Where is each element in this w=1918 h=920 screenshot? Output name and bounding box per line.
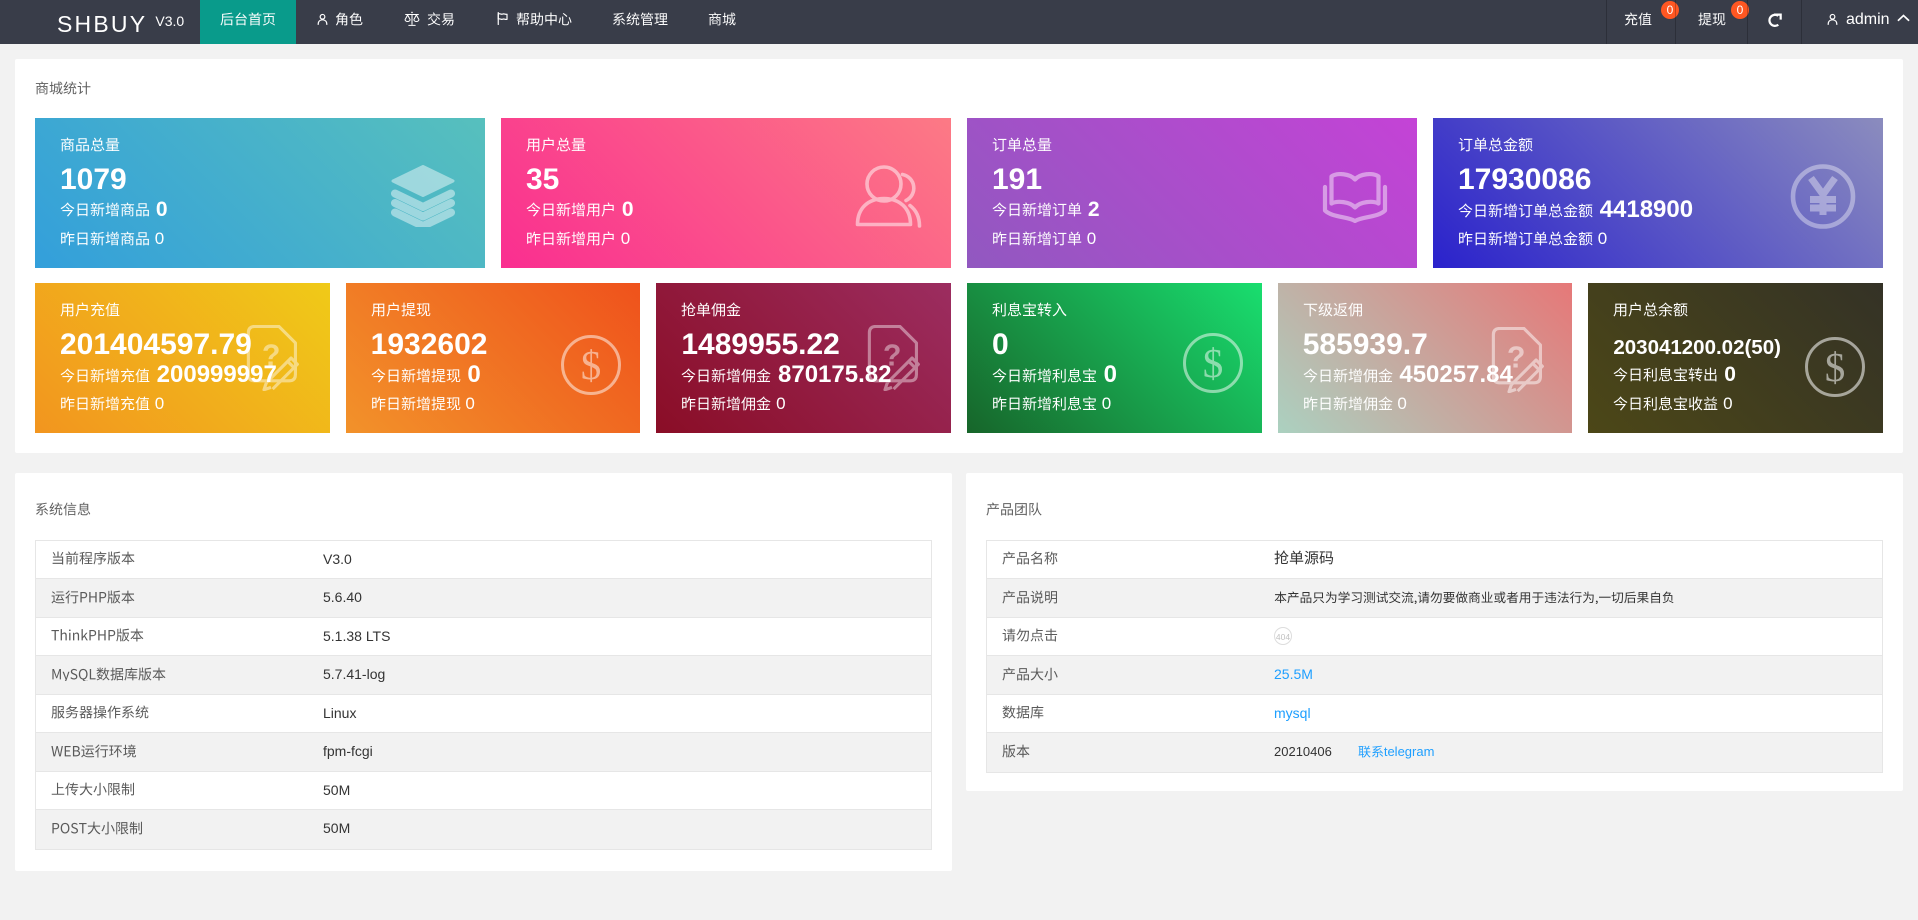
svg-text:?: ? bbox=[1507, 342, 1525, 375]
svg-text:?: ? bbox=[262, 340, 280, 373]
svg-text:$: $ bbox=[1202, 340, 1223, 386]
svg-text:$: $ bbox=[581, 342, 602, 388]
svg-text:$: $ bbox=[1825, 344, 1846, 390]
svg-text:?: ? bbox=[883, 340, 901, 373]
